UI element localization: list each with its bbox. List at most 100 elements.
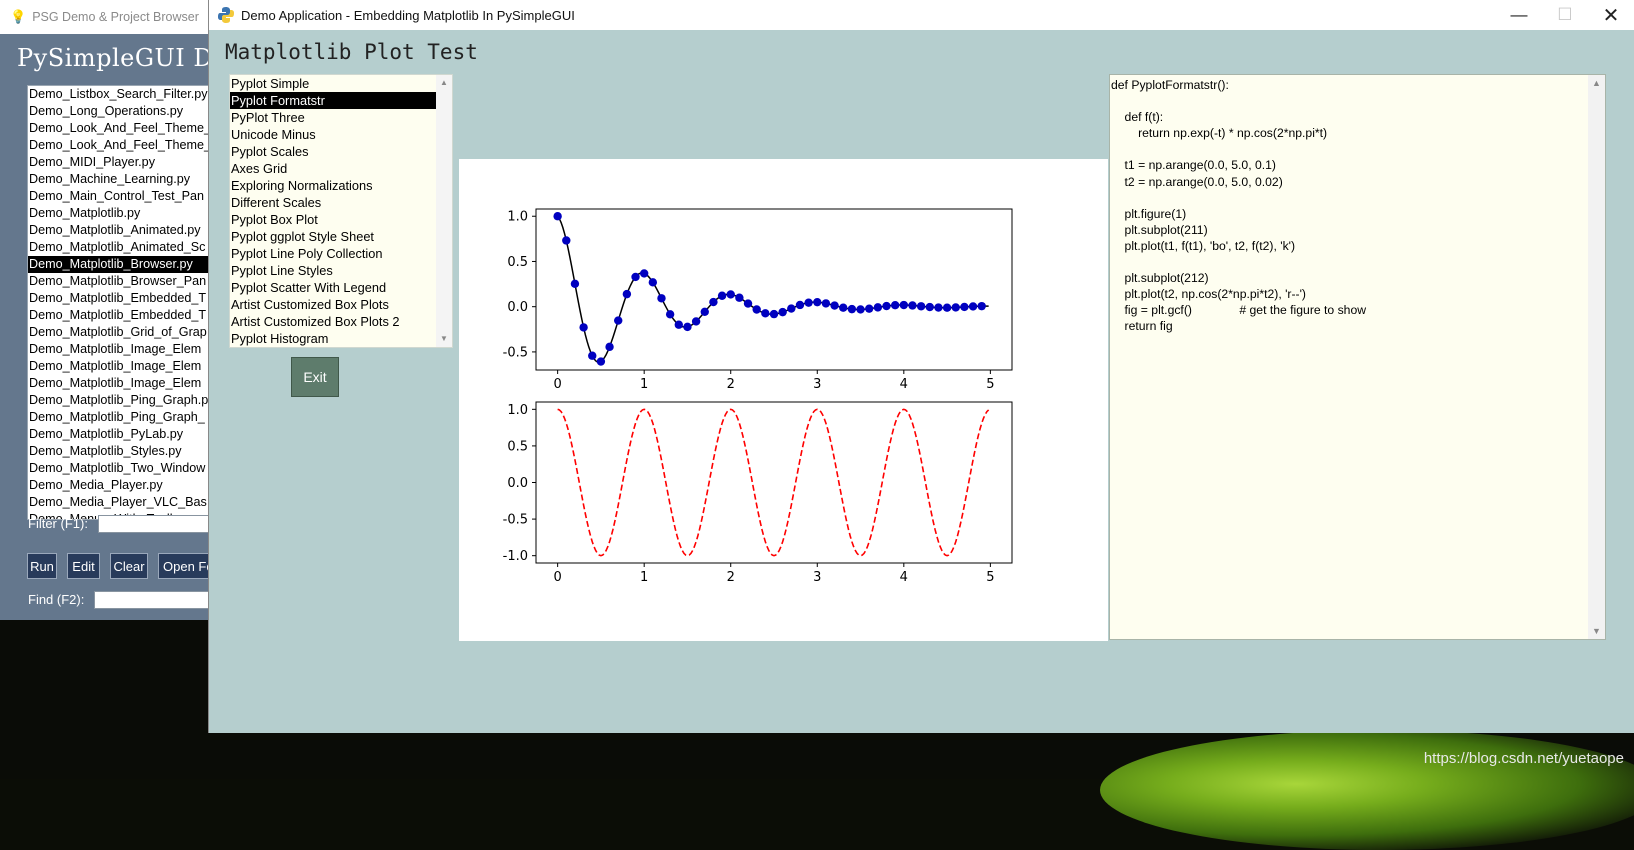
file-list-item[interactable]: Demo_Matplotlib_Ping_Graph.p — [28, 392, 212, 409]
x-tick-label: 3 — [813, 377, 821, 392]
file-list-item[interactable]: Demo_MIDI_Player.py — [28, 154, 212, 171]
series-marker-point — [778, 307, 787, 317]
file-list-item[interactable]: Demo_Matplotlib_Embedded_T — [28, 307, 212, 324]
file-list-item[interactable]: Demo_Long_Operations.py — [28, 103, 212, 120]
code-scroll-up-icon[interactable]: ▲ — [1588, 75, 1605, 91]
source-code-text[interactable]: def PyplotFormatstr(): def f(t): return … — [1110, 75, 1605, 335]
series-marker-point — [830, 301, 839, 310]
series-marker-point — [761, 309, 770, 318]
code-multiline[interactable]: def PyplotFormatstr(): def f(t): return … — [1109, 74, 1606, 640]
series-marker-point — [968, 302, 978, 311]
window-titlebar[interactable]: Demo Application - Embedding Matplotlib … — [209, 0, 1634, 30]
filter-input[interactable] — [98, 515, 212, 533]
plot-list-item[interactable]: Pyplot Line Styles — [230, 262, 437, 279]
clear-button[interactable]: Clear — [110, 553, 148, 579]
file-list-item[interactable]: Demo_Matplotlib_Animated_Sc — [28, 239, 212, 256]
file-list-item[interactable]: Demo_Matplotlib_Browser_Pan — [28, 273, 212, 290]
run-button[interactable]: Run — [27, 553, 57, 579]
series-marker-point — [562, 236, 571, 245]
series-marker-point — [821, 299, 831, 308]
plot-list-item[interactable]: Axes Grid — [230, 160, 437, 177]
plot-list-item[interactable]: Pyplot Formatstr — [230, 92, 437, 109]
plot-list-item[interactable]: Pyplot Line Poly Collection — [230, 245, 437, 262]
file-list-item[interactable]: Demo_Matplotlib_Animated.py — [28, 222, 212, 239]
listbox-scrollbar[interactable]: ▲ ▼ — [436, 75, 452, 347]
x-tick-label: 3 — [813, 570, 821, 585]
demo-browser-window[interactable]: 💡 PSG Demo & Project Browser PySimpleGUI… — [0, 0, 212, 620]
series-marker-point — [691, 317, 701, 326]
series-marker-point — [804, 298, 813, 307]
plot-list-item[interactable]: Pyplot Box Plot — [230, 211, 437, 228]
file-list-item[interactable]: Demo_Listbox_Search_Filter.py — [28, 86, 212, 103]
file-list-item[interactable]: Demo_Matplotlib_Ping_Graph_ — [28, 409, 212, 426]
file-list-item[interactable]: Demo_Matplotlib_Embedded_T — [28, 290, 212, 307]
embedding-matplotlib-window[interactable]: Demo Application - Embedding Matplotlib … — [208, 0, 1634, 733]
series-marker-point — [787, 304, 796, 313]
y-tick-label: 0.5 — [507, 255, 528, 270]
plot-list-item[interactable]: Pyplot Simple — [230, 75, 437, 92]
plot-list-item[interactable]: Pyplot ggplot Style Sheet — [230, 228, 437, 245]
scroll-up-arrow-icon[interactable]: ▲ — [436, 75, 452, 91]
file-list-item[interactable]: Demo_Matplotlib_Styles.py — [28, 443, 212, 460]
series-marker-point — [622, 289, 632, 299]
plot-list-item[interactable]: Artist Customized Box Plots — [230, 296, 437, 313]
axes-frame-2 — [535, 401, 1013, 564]
demo-file-list[interactable]: Demo_Listbox_Search_Filter.py Demo_Long_O… — [27, 85, 212, 520]
plot-list-item[interactable]: Unicode Minus — [230, 126, 437, 143]
file-list-item[interactable]: Demo_Matplotlib_Two_Window — [28, 460, 212, 477]
plot-list-item[interactable]: PyPlot Three — [230, 109, 437, 126]
plot-list-item[interactable]: Exploring Normalizations — [230, 177, 437, 194]
series-marker-point — [639, 269, 649, 278]
scroll-down-arrow-icon[interactable]: ▼ — [436, 331, 452, 347]
file-list-item[interactable]: Demo_Matplotlib.py — [28, 205, 212, 222]
series-marker-point — [873, 303, 883, 312]
exit-button[interactable]: Exit — [291, 357, 339, 397]
plot-list-item[interactable]: Pyplot Scatter With Legend — [230, 279, 437, 296]
file-list-item[interactable]: Demo_Look_And_Feel_Theme_ — [28, 137, 212, 154]
python-icon — [218, 7, 234, 23]
y-tick-label: 0.0 — [507, 300, 528, 315]
series-marker-point — [951, 303, 960, 312]
series-marker-point — [960, 302, 969, 312]
find-label: Find (F2): — [28, 592, 85, 607]
series-marker-point — [977, 301, 986, 311]
open-folder-button[interactable]: Open Folder — [158, 553, 212, 579]
find-input[interactable] — [94, 591, 212, 609]
x-tick-label: 5 — [986, 570, 994, 585]
maximize-button[interactable]: ☐ — [1542, 0, 1588, 30]
plot-list-items[interactable]: Pyplot Simple Pyplot Formatstr PyPlot Thre… — [230, 75, 437, 347]
file-list-item[interactable]: Demo_Matplotlib_Image_Elem — [28, 375, 212, 392]
plot-selection-listbox[interactable]: Pyplot Simple Pyplot Formatstr PyPlot Thre… — [229, 74, 453, 348]
minimize-button[interactable]: — — [1496, 0, 1542, 30]
x-tick-label: 2 — [727, 570, 735, 585]
x-tick-label: 0 — [553, 377, 561, 392]
series-marker-point — [570, 279, 580, 289]
file-list-item[interactable]: Demo_Matplotlib_Browser.py — [28, 256, 212, 273]
code-scrollbar[interactable]: ▲ ▼ — [1588, 75, 1605, 639]
file-list-item[interactable]: Demo_Matplotlib_Image_Elem — [28, 341, 212, 358]
demo-browser-titlebar[interactable]: 💡 PSG Demo & Project Browser — [0, 0, 212, 34]
code-scroll-down-icon[interactable]: ▼ — [1588, 623, 1605, 639]
file-list-item[interactable]: Demo_Look_And_Feel_Theme_ — [28, 120, 212, 137]
series-marker-point — [631, 272, 640, 282]
plot-list-item[interactable]: Different Scales — [230, 194, 437, 211]
file-list-item[interactable]: Demo_Media_Player_VLC_Bas — [28, 494, 212, 511]
series-marker-point — [726, 290, 735, 299]
file-list-item[interactable]: Demo_Media_Player.py — [28, 477, 212, 494]
file-list-item[interactable]: Demo_Matplotlib_Image_Elem — [28, 358, 212, 375]
plot-list-item[interactable]: Pyplot Histogram — [230, 330, 437, 347]
file-list-item[interactable]: Demo_Matplotlib_Grid_of_Grap — [28, 324, 212, 341]
x-tick-label: 4 — [900, 377, 908, 392]
file-list-item[interactable]: Demo_Matplotlib_PyLab.py — [28, 426, 212, 443]
file-list-item[interactable]: Demo_Machine_Learning.py — [28, 171, 212, 188]
edit-button[interactable]: Edit — [67, 553, 100, 579]
series-marker-point — [614, 316, 623, 325]
series-marker-point — [648, 278, 658, 287]
plot-list-item[interactable]: Artist Customized Box Plots 2 — [230, 313, 437, 330]
y-tick-label: 1.0 — [507, 210, 528, 225]
file-list-item[interactable]: Demo_Main_Control_Test_Pan — [28, 188, 212, 205]
plot-list-item[interactable]: Pyplot Scales — [230, 143, 437, 160]
close-button[interactable]: ✕ — [1588, 0, 1634, 30]
y-tick-label: -0.5 — [503, 345, 528, 360]
x-tick-label: 1 — [640, 570, 648, 585]
